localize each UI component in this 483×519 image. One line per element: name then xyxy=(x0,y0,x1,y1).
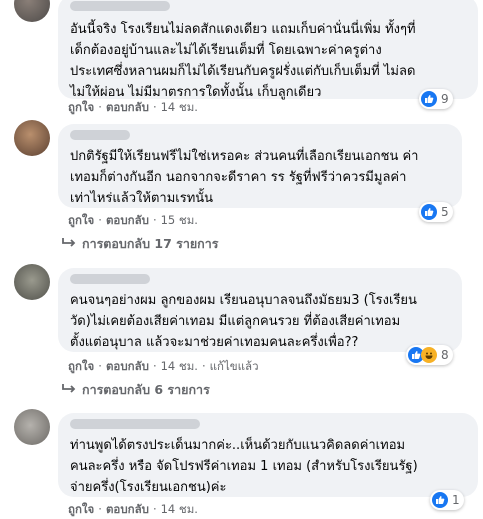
like-icon xyxy=(421,91,437,107)
timestamp[interactable]: 14 ชม. xyxy=(161,359,198,373)
replies-label: การตอบกลับ 17 รายการ xyxy=(82,236,219,251)
comment-actions: ถูกใจ · ตอบกลับ · 14 ชม. xyxy=(68,502,198,516)
commenter-avatar[interactable] xyxy=(14,409,50,445)
comment-bubble: ปกติรัฐมีให้เรียนฟรีไม่ใช่เหรอคะ ส่วนคนท… xyxy=(58,124,462,208)
replies-label: การตอบกลับ 6 รายการ xyxy=(82,382,210,397)
view-replies-button[interactable]: การตอบกลับ 6 รายการ xyxy=(62,381,210,399)
commenter-name-blurred[interactable] xyxy=(70,1,170,11)
comment-actions: ถูกใจ · ตอบกลับ · 15 ชม. xyxy=(68,213,198,227)
comment-bubble: ท่านพูดได้ตรงประเด็นมากค่ะ..เห็นด้วยกับแ… xyxy=(58,413,478,497)
like-link[interactable]: ถูกใจ xyxy=(68,100,94,114)
reaction-count: 1 xyxy=(452,493,460,507)
comment-text: อันนี้จริง โรงเรียนไม่ลดสักแดงเดียว แถมเ… xyxy=(70,22,416,100)
reaction-summary[interactable]: 8 xyxy=(406,345,453,365)
reaction-count: 5 xyxy=(441,205,449,219)
timestamp[interactable]: 14 ชม. xyxy=(161,502,198,516)
reaction-summary[interactable]: 9 xyxy=(419,89,453,109)
like-link[interactable]: ถูกใจ xyxy=(68,359,94,373)
like-link[interactable]: ถูกใจ xyxy=(68,213,94,227)
like-icon xyxy=(432,492,448,508)
timestamp[interactable]: 14 ชม. xyxy=(161,100,198,114)
comment-bubble: อันนี้จริง โรงเรียนไม่ลดสักแดงเดียว แถมเ… xyxy=(58,0,478,100)
comment-thread: อันนี้จริง โรงเรียนไม่ลดสักแดงเดียว แถมเ… xyxy=(0,0,483,519)
reply-arrow-icon xyxy=(62,235,76,253)
edited-label: แก้ไขแล้ว xyxy=(209,359,259,373)
comment-actions: ถูกใจ · ตอบกลับ · 14 ชม. · แก้ไขแล้ว xyxy=(68,359,259,373)
haha-icon xyxy=(421,347,437,363)
comment-actions: ถูกใจ · ตอบกลับ · 14 ชม. xyxy=(68,100,198,114)
commenter-avatar[interactable] xyxy=(14,264,50,300)
commenter-avatar[interactable] xyxy=(14,120,50,156)
like-link[interactable]: ถูกใจ xyxy=(68,502,94,516)
reply-link[interactable]: ตอบกลับ xyxy=(106,213,149,227)
reply-link[interactable]: ตอบกลับ xyxy=(106,502,149,516)
reaction-summary[interactable]: 1 xyxy=(430,490,464,510)
comment-text: ปกติรัฐมีให้เรียนฟรีไม่ใช่เหรอคะ ส่วนคนท… xyxy=(70,149,419,206)
commenter-name-blurred[interactable] xyxy=(70,419,200,429)
comment-text: ท่านพูดได้ตรงประเด็นมากค่ะ..เห็นด้วยกับแ… xyxy=(70,438,418,495)
timestamp[interactable]: 15 ชม. xyxy=(161,213,198,227)
commenter-name-blurred[interactable] xyxy=(70,130,130,140)
reply-arrow-icon xyxy=(62,381,76,399)
reaction-summary[interactable]: 5 xyxy=(419,202,453,222)
commenter-avatar[interactable] xyxy=(14,0,50,22)
reaction-count: 8 xyxy=(441,348,449,362)
comment-bubble: คนจนๆอย่างผม ลูกของผม เรียนอนุบาลจนถึงมั… xyxy=(58,268,462,352)
commenter-name-blurred[interactable] xyxy=(70,274,150,284)
comment-text: คนจนๆอย่างผม ลูกของผม เรียนอนุบาลจนถึงมั… xyxy=(70,293,417,350)
reply-link[interactable]: ตอบกลับ xyxy=(106,100,149,114)
like-icon xyxy=(421,204,437,220)
reaction-count: 9 xyxy=(441,92,449,106)
view-replies-button[interactable]: การตอบกลับ 17 รายการ xyxy=(62,235,218,253)
reply-link[interactable]: ตอบกลับ xyxy=(106,359,149,373)
